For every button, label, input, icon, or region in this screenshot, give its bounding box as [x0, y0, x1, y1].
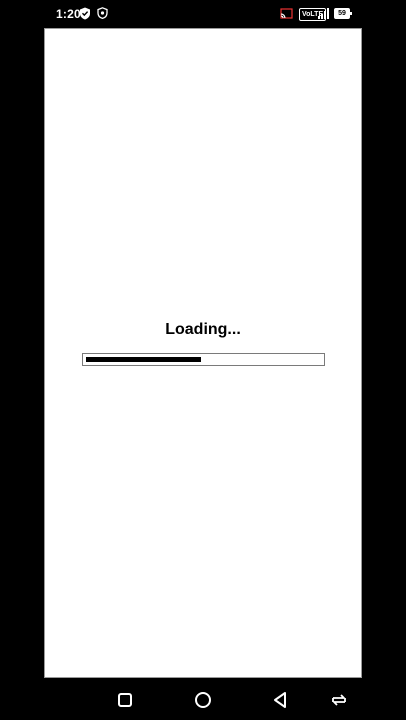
progress-bar-fill [86, 357, 201, 362]
signal-icon [318, 8, 329, 19]
nav-bar [0, 680, 406, 720]
status-bar: 1:20 VoLTE 59 [0, 0, 406, 28]
app-viewport: Loading... [44, 28, 362, 678]
battery-icon: 59 [334, 8, 352, 19]
progress-bar [82, 353, 325, 366]
loading-text: Loading... [165, 321, 241, 338]
home-icon[interactable] [193, 690, 213, 710]
rotate-icon[interactable] [329, 690, 349, 710]
cast-icon [280, 8, 293, 19]
recents-icon[interactable] [115, 690, 135, 710]
back-icon[interactable] [271, 690, 291, 710]
shield-outline-icon [97, 7, 108, 19]
status-time: 1:20 [56, 7, 81, 21]
shield-check-icon [80, 7, 90, 20]
